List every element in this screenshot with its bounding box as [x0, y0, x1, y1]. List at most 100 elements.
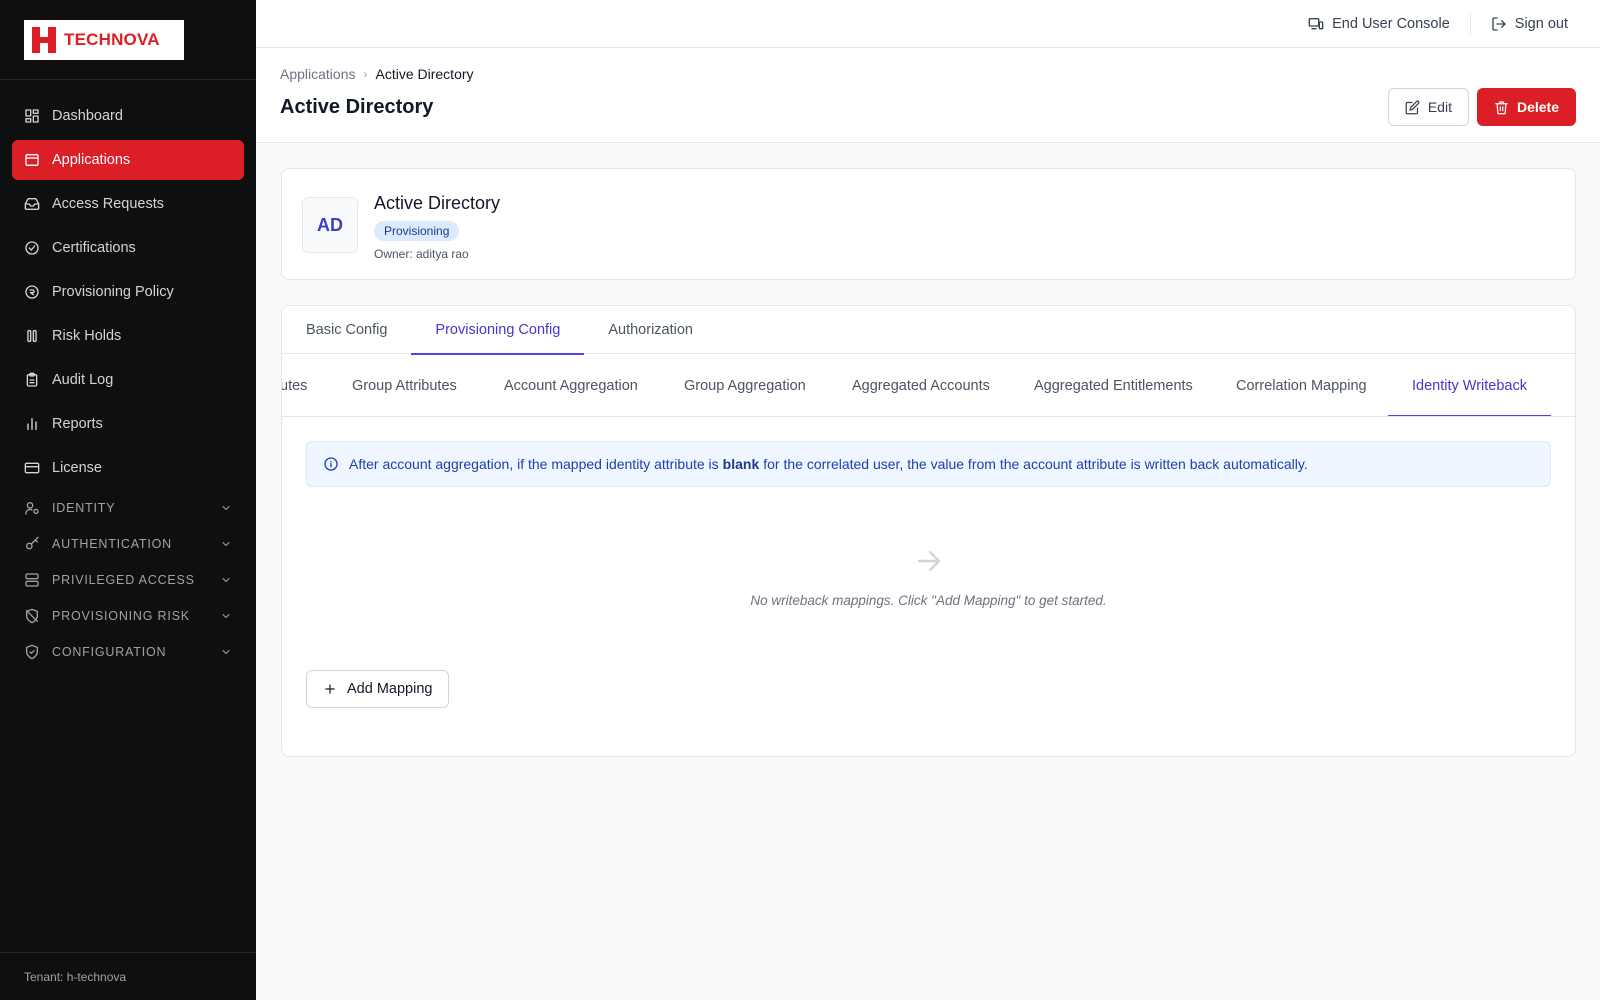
sign-out-label: Sign out	[1514, 15, 1568, 32]
sidebar-item-label: Provisioning Policy	[52, 284, 174, 300]
chevron-down-icon	[220, 538, 232, 550]
sidebar-section-authentication[interactable]: AUTHENTICATION	[12, 528, 244, 560]
chevron-down-icon	[220, 646, 232, 658]
technova-logo[interactable]: TECHNOVA	[24, 19, 184, 60]
subtab-group-aggregation[interactable]: Group Aggregation	[684, 354, 806, 416]
add-mapping-label: Add Mapping	[347, 681, 433, 697]
edit-icon	[1405, 100, 1420, 114]
tab-provisioning-config[interactable]: Provisioning Config	[411, 306, 585, 355]
sidebar-item-reports[interactable]: Reports	[12, 404, 244, 444]
sidebar-item-label: Dashboard	[52, 108, 123, 124]
subtab-attributes[interactable]: utes	[282, 354, 307, 416]
sidebar-item-license[interactable]: License	[12, 448, 244, 488]
subtab-identity-writeback[interactable]: Identity Writeback	[1388, 354, 1551, 416]
info-text-before: After account aggregation, if the mapped…	[349, 456, 719, 472]
card-icon	[24, 460, 40, 476]
sidebar-section-identity[interactable]: IDENTITY	[12, 492, 244, 524]
config-card: Basic Config Provisioning Config Authori…	[281, 305, 1576, 757]
sidebar-item-applications[interactable]: Applications	[12, 140, 244, 180]
tab-authorization[interactable]: Authorization	[584, 306, 717, 354]
app-avatar: AD	[302, 197, 358, 253]
topbar-divider	[1469, 12, 1471, 35]
sidebar-item-audit-log[interactable]: Audit Log	[12, 360, 244, 400]
key-icon	[24, 536, 40, 552]
delete-button[interactable]: Delete	[1476, 88, 1576, 126]
breadcrumb-current: Active Directory	[375, 66, 474, 82]
tenant-label: Tenant: h-technova	[0, 952, 256, 1000]
sign-out-icon	[1492, 16, 1506, 31]
sidebar-item-risk-holds[interactable]: Risk Holds	[12, 316, 244, 356]
arrow-right-icon	[914, 546, 944, 576]
sidebar-section-label: AUTHENTICATION	[52, 537, 172, 551]
sidebar-section-provisioning-risk[interactable]: PROVISIONING RISK	[12, 600, 244, 632]
header-actions: Edit Delete	[1387, 88, 1576, 126]
sidebar-nav: Dashboard Applications Access Requests C…	[0, 80, 256, 668]
app-name: Active Directory	[374, 193, 501, 213]
chevron-down-icon	[220, 574, 232, 586]
logo-mark-icon	[32, 26, 56, 53]
app-summary-card: AD Active Directory Provisioning Owner: …	[281, 168, 1576, 280]
subtab-correlation-mapping[interactable]: Correlation Mapping	[1236, 354, 1367, 416]
sidebar: TECHNOVA Dashboard Applications Access R…	[0, 0, 256, 1000]
monitor-icon	[1308, 17, 1324, 29]
subtab-aggregated-entitlements[interactable]: Aggregated Entitlements	[1034, 354, 1193, 416]
trash-icon	[1495, 100, 1508, 114]
check-circle-icon	[24, 240, 40, 256]
policy-icon	[24, 284, 40, 300]
sign-out-link[interactable]: Sign out	[1491, 16, 1568, 32]
sidebar-item-label: Reports	[52, 416, 103, 432]
chevron-down-icon	[220, 502, 232, 514]
breadcrumb-applications[interactable]: Applications	[280, 66, 356, 82]
page-title: Active Directory	[280, 96, 434, 118]
subtab-aggregated-accounts[interactable]: Aggregated Accounts	[852, 354, 990, 416]
main-tabs: Basic Config Provisioning Config Authori…	[282, 306, 1575, 355]
sidebar-item-label: Applications	[52, 152, 131, 168]
sidebar-section-label: PROVISIONING RISK	[52, 609, 190, 623]
app-owner: Owner: aditya rao	[374, 247, 469, 261]
shield-check-icon	[24, 644, 40, 660]
topbar: End User Console Sign out	[256, 0, 1600, 48]
sidebar-section-label: IDENTITY	[52, 501, 116, 515]
sidebar-item-access-requests[interactable]: Access Requests	[12, 184, 244, 224]
bar-chart-icon	[24, 416, 40, 432]
info-banner: After account aggregation, if the mapped…	[306, 441, 1551, 487]
sidebar-section-privileged-access[interactable]: PRIVILEGED ACCESS	[12, 564, 244, 596]
sidebar-section-configuration[interactable]: CONFIGURATION	[12, 636, 244, 668]
applications-icon	[24, 152, 40, 168]
subtab-account-aggregation[interactable]: Account Aggregation	[504, 354, 638, 416]
user-cog-icon	[24, 500, 40, 516]
sidebar-item-provisioning-policy[interactable]: Provisioning Policy	[12, 272, 244, 312]
info-text-after: for the correlated user, the value from …	[763, 456, 1308, 472]
sidebar-item-label: Risk Holds	[52, 328, 122, 344]
end-user-console-link[interactable]: End User Console	[1308, 16, 1450, 32]
info-text-bold: blank	[722, 456, 760, 472]
empty-state-text: No writeback mappings. Click "Add Mappin…	[750, 593, 1107, 608]
server-icon	[24, 572, 40, 588]
inbox-icon	[24, 196, 40, 212]
status-badge: Provisioning	[374, 221, 460, 241]
sidebar-item-label: License	[52, 460, 102, 476]
sidebar-section-label: CONFIGURATION	[52, 645, 167, 659]
edit-button[interactable]: Edit	[1387, 88, 1469, 126]
sidebar-item-label: Audit Log	[52, 372, 114, 388]
page-header: Applications › Active Directory Active D…	[256, 48, 1600, 143]
sidebar-item-dashboard[interactable]: Dashboard	[12, 96, 244, 136]
logo-text: TECHNOVA	[64, 29, 160, 49]
sidebar-item-certifications[interactable]: Certifications	[12, 228, 244, 268]
add-mapping-button[interactable]: Add Mapping	[306, 670, 450, 708]
pause-icon	[24, 328, 40, 344]
sidebar-item-label: Access Requests	[52, 196, 165, 212]
tab-basic-config[interactable]: Basic Config	[282, 306, 411, 354]
logo-area: TECHNOVA	[0, 0, 256, 80]
sub-tabs: utes Group Attributes Account Aggregatio…	[282, 354, 1575, 417]
end-user-console-label: End User Console	[1332, 15, 1450, 32]
clipboard-icon	[24, 372, 40, 388]
subtab-group-attributes[interactable]: Group Attributes	[352, 354, 457, 416]
breadcrumb: Applications › Active Directory	[280, 66, 474, 82]
shield-off-icon	[24, 608, 40, 624]
info-icon	[324, 457, 338, 471]
dashboard-icon	[24, 108, 40, 124]
plus-icon	[325, 684, 335, 694]
chevron-down-icon	[220, 610, 232, 622]
chevron-right-icon: ›	[363, 67, 368, 81]
